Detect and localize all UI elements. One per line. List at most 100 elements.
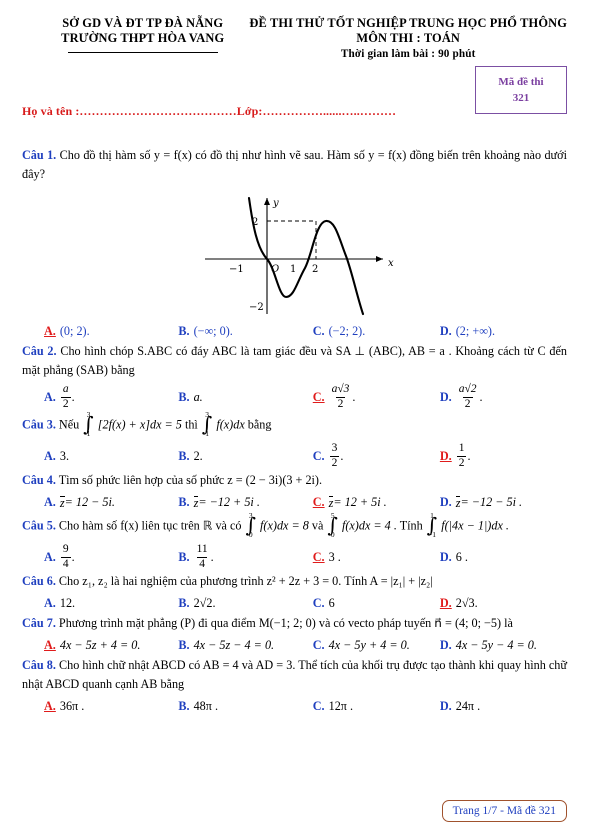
fraction-numerator: a√2 <box>458 383 477 395</box>
option-value: = 12 − 5i. <box>64 495 115 509</box>
svg-text:y: y <box>272 198 279 209</box>
option-value: (0; 2). <box>59 324 90 338</box>
question-3-option-b[interactable]: B. 2. <box>178 443 312 469</box>
question-1-option-b[interactable]: B. (−∞; 0). <box>178 323 312 340</box>
option-value: 4x − 5z + 4 = 0. <box>59 638 141 652</box>
question-4-option-b[interactable]: B. z = −12 + 5i . <box>178 494 312 511</box>
fraction-denominator: 2 <box>329 455 340 469</box>
school-block: SỞ GD VÀ ĐT TP ĐÀ NẴNG TRƯỜNG THPT HÒA V… <box>22 16 249 53</box>
question-4-option-d[interactable]: D. z = −12 − 5i . <box>440 494 567 511</box>
exam-duration: Thời gian làm bài : 90 phút <box>340 48 476 60</box>
question-6-option-d[interactable]: D. 2√3. <box>440 595 567 612</box>
integral-lower-limit: 0 <box>330 530 335 539</box>
fraction-numerator: 1 <box>458 442 465 454</box>
question-6-option-a[interactable]: A. 12. <box>22 595 178 612</box>
option-value: 36π . <box>59 699 85 713</box>
fraction-denominator: 2 <box>335 396 346 410</box>
question-5-stem-pre: Cho hàm số f(x) liên tục trên ℝ và có <box>58 518 242 533</box>
option-value: 12π . <box>328 699 354 713</box>
exam-code-box: Mã đề thi 321 <box>475 66 567 114</box>
questions-container: Câu 1. Cho đồ thị hàm số y = f(x) có đồ … <box>22 146 567 717</box>
option-key: B. <box>178 549 190 564</box>
question-2-option-a[interactable]: A. a 2 . <box>22 383 178 410</box>
question-7-option-a[interactable]: A. 4x − 5z + 4 = 0. <box>22 637 178 654</box>
question-5-stem-mid2: Tính <box>399 518 423 533</box>
fraction-denominator: 4 <box>60 556 71 570</box>
student-name-field[interactable]: Họ và tên :…………………………………Lớp:……………......…… <box>22 104 396 119</box>
option-value-fraction: a 2 <box>60 383 71 410</box>
question-5-option-c[interactable]: C. 3 . <box>313 544 440 570</box>
question-2-option-c[interactable]: C. a√3 2 . <box>313 383 440 410</box>
question-8-answers: A. 36π . B. 48π . C. 12π . D. 24π . <box>22 698 567 715</box>
question-8: Câu 8. Cho hình chữ nhật ABCD có AB = 4 … <box>22 656 567 694</box>
question-1-figure: x y O −1 1 2 2 −2 <box>22 186 567 319</box>
question-5-label: Câu 5. <box>22 518 56 533</box>
option-key: B. <box>178 448 190 463</box>
option-value: = −12 + 5i . <box>198 495 260 509</box>
question-7-answers: A. 4x − 5z + 4 = 0. B. 4x − 5z − 4 = 0. … <box>22 637 567 654</box>
question-7-option-c[interactable]: C. 4x − 5y + 4 = 0. <box>313 637 440 654</box>
option-key: D. <box>439 389 452 404</box>
exam-code-box-wrapper: Mã đề thi 321 <box>475 66 567 114</box>
question-3-option-d[interactable]: D. 1 2 . <box>439 442 567 469</box>
integral-1-body: [2f(x) + x]dx = 5 <box>97 417 182 432</box>
option-value: 6 <box>328 596 335 610</box>
question-7-option-b[interactable]: B. 4x − 5z − 4 = 0. <box>178 637 312 654</box>
option-key: C. <box>312 448 325 463</box>
question-8-label: Câu 8. <box>22 658 56 672</box>
question-6-option-b[interactable]: B. 2√2. <box>178 595 312 612</box>
integral-lower-limit: −1 <box>428 530 436 539</box>
question-2-answers: A. a 2 . B. a. C. a√3 2 . D. a√2 2 . <box>22 383 567 410</box>
exam-code-value: 321 <box>512 92 530 104</box>
question-4-option-a[interactable]: A. z = 12 − 5i. <box>22 494 178 511</box>
question-3-option-c[interactable]: C. 3 2 . <box>312 442 440 469</box>
question-6: Câu 6. Cho z₁, z₂ là hai nghiệm của phươ… <box>22 572 567 591</box>
option-key: C. <box>312 495 325 509</box>
question-5-option-a[interactable]: A. 9 4 . <box>22 543 178 570</box>
question-8-option-b[interactable]: B. 48π . <box>178 698 312 715</box>
question-1-option-c[interactable]: C. (−2; 2). <box>313 323 440 340</box>
question-7-stem: Phương trình mặt phẳng (P) đi qua điểm M… <box>58 616 513 630</box>
integral-2: 5 ∫ 0 <box>327 512 337 539</box>
question-8-option-a[interactable]: A. 36π . <box>22 698 178 715</box>
option-value: 2√3. <box>455 596 478 610</box>
integral-2: 3 ∫ 1 <box>202 411 212 438</box>
option-key: D. <box>439 638 452 652</box>
option-key: B. <box>178 638 190 652</box>
question-4-option-c[interactable]: C. z = 12 + 5i . <box>313 494 440 511</box>
question-2-option-b[interactable]: B. a. <box>178 384 312 410</box>
option-key: D. <box>439 495 452 509</box>
option-suffix: . <box>210 549 214 564</box>
option-suffix: . <box>71 549 75 564</box>
question-8-option-d[interactable]: D. 24π . <box>440 698 567 715</box>
question-2-option-d[interactable]: D. a√2 2 . <box>439 383 567 410</box>
question-6-answers: A. 12. B. 2√2. C. 6 D. 2√3. <box>22 595 567 612</box>
option-value: 24π . <box>455 699 481 713</box>
fraction-denominator: 2 <box>456 455 467 469</box>
question-8-option-c[interactable]: C. 12π . <box>313 698 440 715</box>
question-4-label: Câu 4. <box>22 473 56 487</box>
question-7-option-d[interactable]: D. 4x − 5y − 4 = 0. <box>440 637 567 654</box>
option-key: D. <box>439 448 452 463</box>
cubic-graph-svg: x y O −1 1 2 2 −2 <box>205 196 394 316</box>
option-value-fraction: 3 2 <box>329 442 340 469</box>
question-1-option-d[interactable]: D. (2; +∞). <box>440 323 567 340</box>
question-5-option-d[interactable]: D. 6 . <box>440 544 567 570</box>
integral-1: 3 ∫ 0 <box>246 512 256 539</box>
question-6-option-c[interactable]: C. 6 <box>313 595 440 612</box>
option-value: 4x − 5y + 4 = 0. <box>328 638 410 652</box>
question-5-option-b[interactable]: B. 11 4 . <box>178 543 312 570</box>
option-value: 2. <box>193 448 203 463</box>
fraction-numerator: 9 <box>62 543 69 555</box>
option-key: C. <box>312 699 325 713</box>
option-value: 4x − 5y − 4 = 0. <box>455 638 537 652</box>
question-5-answers: A. 9 4 . B. 11 4 . C. 3 . D. 6 . <box>22 543 567 570</box>
question-3-label: Câu 3. <box>22 417 56 432</box>
department-name: SỞ GD VÀ ĐT TP ĐÀ NẴNG <box>62 16 224 30</box>
svg-text:x: x <box>388 258 394 269</box>
integral-3-body: f(|4x − 1|)dx . <box>441 518 509 533</box>
question-1-option-a[interactable]: A. (0; 2). <box>22 323 178 340</box>
question-3-option-a[interactable]: A. 3. <box>22 443 178 469</box>
option-suffix: . <box>467 448 471 463</box>
question-7: Câu 7. Phương trình mặt phẳng (P) đi qua… <box>22 614 567 633</box>
